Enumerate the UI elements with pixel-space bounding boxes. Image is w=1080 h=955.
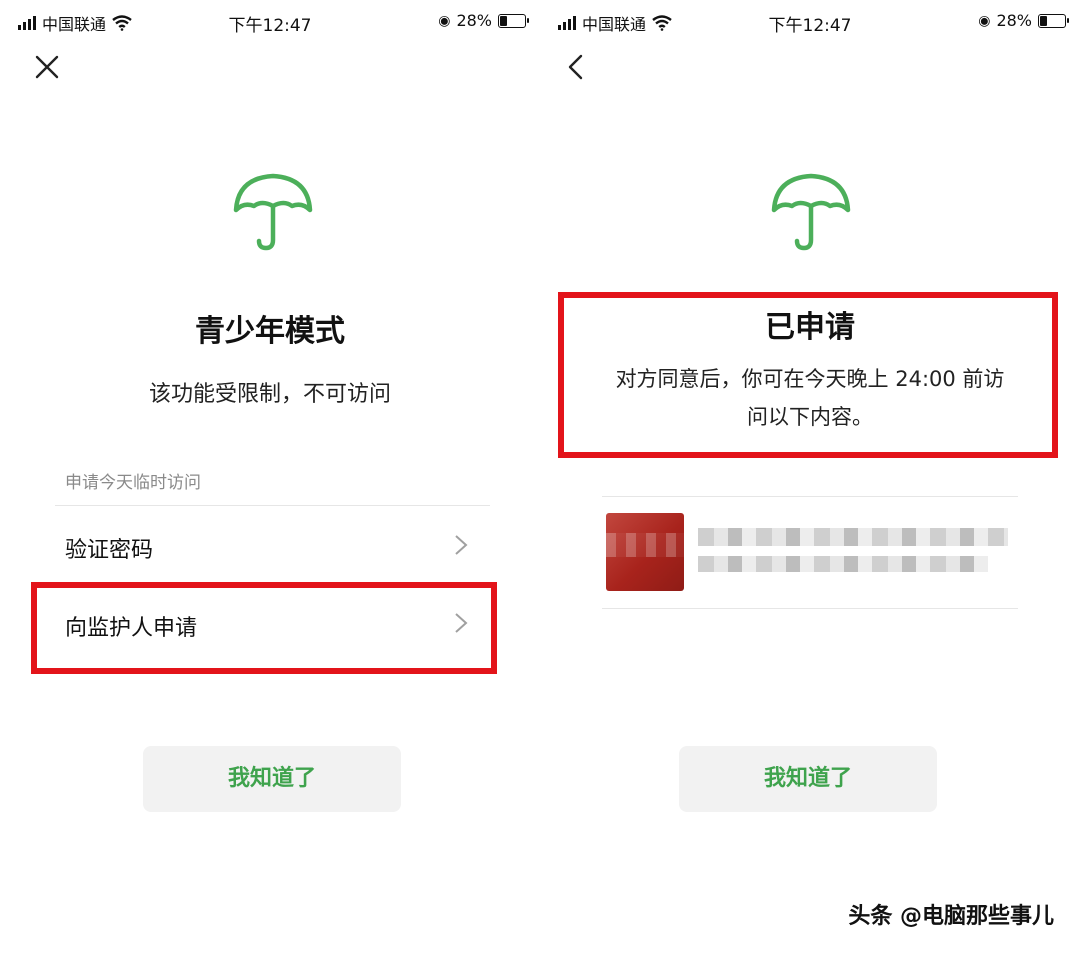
back-icon[interactable] xyxy=(560,50,594,84)
close-icon[interactable] xyxy=(30,50,64,84)
divider xyxy=(55,505,490,506)
umbrella-icon xyxy=(771,173,851,251)
highlight-box xyxy=(558,292,1058,458)
requested-content-card[interactable] xyxy=(602,498,1018,606)
option-label: 验证密码 xyxy=(65,538,154,563)
content-thumbnail xyxy=(606,513,684,591)
applied-screen: 中国联通 下午12:47 ◉ 28% 已申请 对方同意后，你可在今天晚上 24:… xyxy=(540,0,1080,955)
blurred-title xyxy=(698,528,1008,546)
battery-percent: 28% xyxy=(456,11,492,30)
divider xyxy=(602,496,1018,497)
ok-button[interactable]: 我知道了 xyxy=(679,746,937,812)
chevron-right-icon xyxy=(455,535,468,555)
umbrella-icon xyxy=(233,173,313,251)
blurred-subtitle xyxy=(698,556,988,572)
rotation-lock-icon: ◉ xyxy=(438,12,451,29)
verify-password-item[interactable]: 验证密码 xyxy=(40,510,490,580)
battery-percent: 28% xyxy=(996,11,1032,30)
rotation-lock-icon: ◉ xyxy=(978,12,991,29)
status-bar: 中国联通 下午12:47 ◉ 28% xyxy=(0,8,540,36)
section-label: 申请今天临时访问 xyxy=(65,473,201,493)
highlight-box xyxy=(31,582,497,674)
page-title: 青少年模式 xyxy=(195,314,345,349)
battery-icon xyxy=(498,13,529,28)
page-subtitle: 该功能受限制，不可访问 xyxy=(148,382,391,407)
ok-button[interactable]: 我知道了 xyxy=(143,746,401,812)
battery-icon xyxy=(1038,13,1069,28)
divider xyxy=(602,608,1018,609)
status-bar: 中国联通 下午12:47 ◉ 28% xyxy=(540,8,1080,36)
watermark: 头条 @电脑那些事儿 xyxy=(848,904,1054,929)
teen-mode-screen: 中国联通 下午12:47 ◉ 28% 青少年模式 该功能受限制，不可访问 申请今… xyxy=(0,0,540,955)
